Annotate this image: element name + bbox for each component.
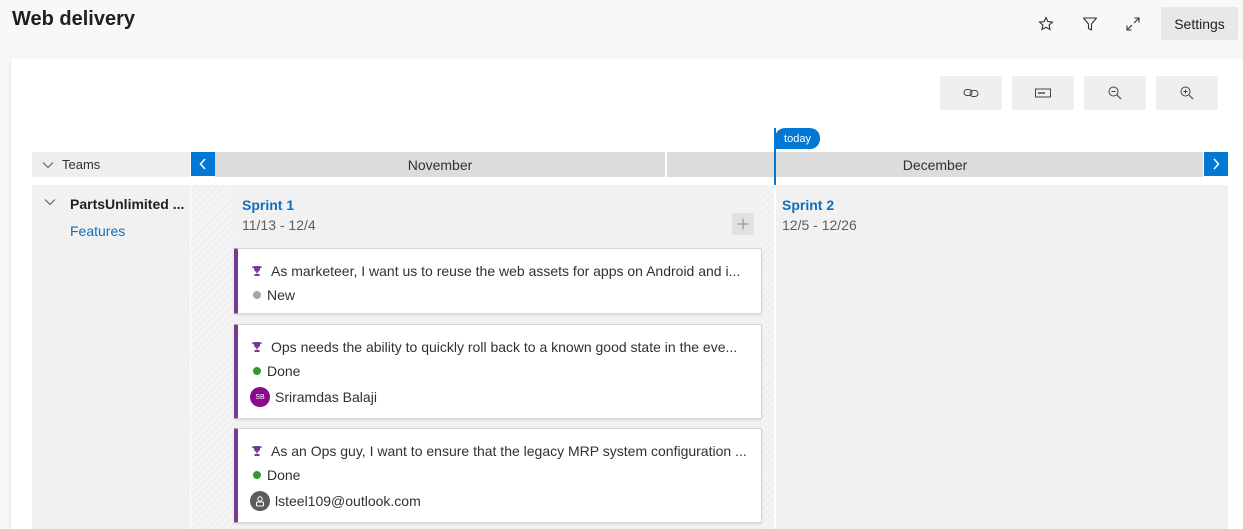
card-title[interactable]: Ops needs the ability to quickly roll ba…	[271, 339, 737, 355]
card-state: Done	[267, 467, 301, 483]
work-item-card[interactable]: Ops needs the ability to quickly roll ba…	[234, 324, 762, 419]
trophy-icon	[251, 341, 263, 353]
state-dot	[253, 291, 261, 299]
add-item-button[interactable]	[732, 213, 754, 235]
card-state: Done	[267, 363, 301, 379]
card-fields-icon[interactable]	[1012, 76, 1074, 110]
card-title[interactable]: As an Ops guy, I want to ensure that the…	[271, 443, 747, 459]
zoom-in-icon[interactable]	[1156, 76, 1218, 110]
page-title: Web delivery	[12, 8, 136, 30]
teams-header[interactable]: Teams	[32, 152, 190, 177]
month-december: December	[667, 152, 1203, 177]
unassigned-region	[191, 185, 234, 529]
next-month-button[interactable]	[1204, 152, 1228, 176]
filter-icon[interactable]	[1074, 8, 1106, 40]
sprint-2-name[interactable]: Sprint 2	[782, 197, 834, 213]
unassigned-region	[762, 185, 774, 529]
user-placeholder-icon	[256, 496, 264, 507]
avatar: SB	[250, 387, 270, 407]
plus-icon	[737, 218, 749, 230]
trophy-icon	[251, 445, 263, 457]
chevron-right-icon	[1213, 158, 1220, 170]
card-state: New	[267, 287, 296, 303]
link-icon[interactable]	[940, 76, 1002, 110]
sprint-1-name[interactable]: Sprint 1	[242, 197, 294, 213]
expand-icon[interactable]	[1117, 8, 1149, 40]
star-icon[interactable]	[1030, 8, 1062, 40]
avatar	[250, 491, 270, 511]
work-item-card[interactable]: As marketeer, I want us to reuse the web…	[234, 248, 762, 314]
work-item-card[interactable]: As an Ops guy, I want to ensure that the…	[234, 428, 762, 523]
sprint-2-column	[776, 185, 1228, 529]
sprint-1-dates: 11/13 - 12/4	[242, 217, 316, 233]
sprint-2-dates: 12/5 - 12/26	[782, 217, 857, 233]
state-dot	[253, 367, 261, 375]
team-name[interactable]: PartsUnlimited ...	[70, 196, 184, 212]
trophy-icon	[251, 265, 263, 277]
chevron-down-icon[interactable]	[44, 198, 56, 206]
chevron-left-icon	[199, 158, 206, 170]
chevron-down-icon[interactable]	[42, 161, 54, 169]
state-dot	[253, 471, 261, 479]
card-assignee: Sriramdas Balaji	[275, 389, 377, 405]
teams-label: Teams	[62, 157, 101, 172]
team-backlog-link[interactable]: Features	[70, 223, 125, 239]
settings-button[interactable]: Settings	[1161, 7, 1238, 40]
card-assignee: lsteel109@outlook.com	[275, 493, 421, 509]
month-november: November	[215, 152, 665, 177]
today-badge: today	[775, 128, 820, 149]
card-title[interactable]: As marketeer, I want us to reuse the web…	[271, 263, 740, 279]
zoom-out-icon[interactable]	[1084, 76, 1146, 110]
previous-month-button[interactable]	[191, 152, 215, 176]
